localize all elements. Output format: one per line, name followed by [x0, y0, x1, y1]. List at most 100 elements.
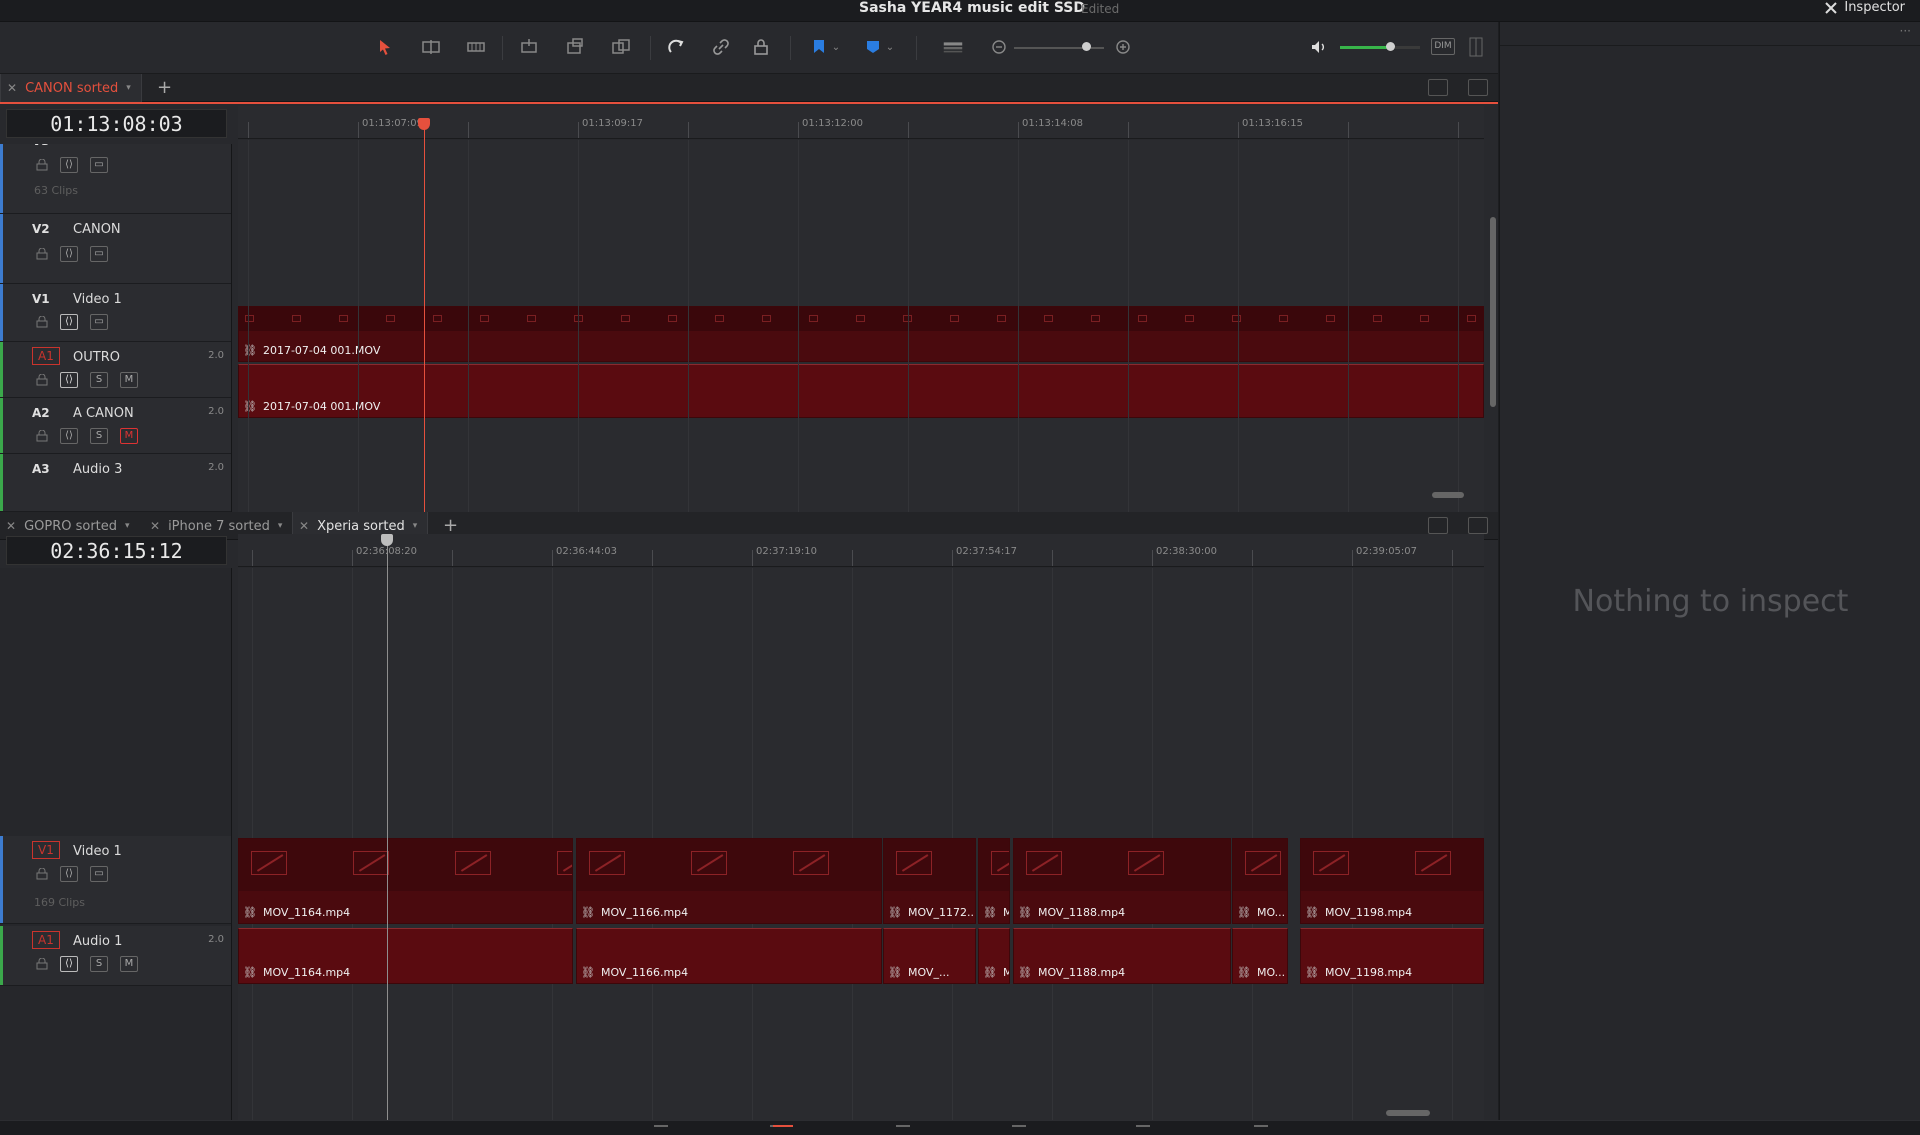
edit-page-icon[interactable]	[773, 1125, 793, 1133]
lower-playhead[interactable]	[387, 536, 388, 1132]
lower-track-area[interactable]: ⛓ MOV_1164.mp4 ⛓ MOV_1164.mp4 ⛓ MOV_1166.mp4 ⛓…	[238, 568, 1484, 1120]
trim-tool-button[interactable]	[420, 36, 442, 58]
track-header-a1[interactable]: A1 OUTRO 2.0 ⟨⟩ S M	[0, 342, 231, 398]
overwrite-clip-button[interactable]	[564, 36, 586, 58]
track-enable-icon[interactable]: ▭	[90, 866, 108, 882]
blade-tool-button[interactable]	[465, 36, 487, 58]
track-name[interactable]: Video 1	[73, 292, 122, 307]
flag-button[interactable]	[808, 36, 830, 58]
close-icon[interactable]: ✕	[6, 519, 16, 533]
audio-clip[interactable]: ⛓ MO...	[1232, 928, 1288, 984]
snapping-button[interactable]	[665, 36, 687, 58]
marker-dropdown[interactable]: ⌄	[884, 36, 896, 58]
track-enable-icon[interactable]: ▭	[90, 246, 108, 262]
video-clip[interactable]: ⛓ MOV_1164.mp4	[238, 838, 573, 924]
dim-button[interactable]: DIM	[1431, 38, 1455, 55]
lock-icon[interactable]	[36, 430, 48, 442]
audio-clip[interactable]: ⛓ MOV_1198.mp4	[1300, 928, 1484, 984]
volume-button[interactable]	[1308, 36, 1330, 58]
lower-timeline-ruler[interactable]: 02:36:08:2002:36:44:0302:37:19:1002:37:5…	[238, 534, 1484, 567]
add-timeline-tab-button[interactable]: +	[157, 77, 172, 98]
track-name[interactable]: Video 1	[73, 844, 122, 859]
track-header-a2[interactable]: A2 A CANON 2.0 ⟨⟩ S M	[0, 398, 231, 454]
mute-button[interactable]: M	[120, 428, 138, 444]
video-clip[interactable]: ⛓ MOV_1188.mp4	[1013, 838, 1231, 924]
options-icon[interactable]: ···	[1900, 24, 1911, 38]
add-timeline-tab-button[interactable]: +	[443, 515, 458, 536]
solo-button[interactable]: S	[90, 956, 108, 972]
lock-icon[interactable]	[36, 958, 48, 970]
track-header-v3[interactable]: V3 ⟨⟩ ▭ 63 Clips	[0, 144, 231, 214]
zoom-slider[interactable]	[1014, 42, 1104, 51]
flag-dropdown[interactable]: ⌄	[830, 36, 842, 58]
chevron-down-icon[interactable]: ▾	[278, 521, 283, 531]
close-icon[interactable]: ✕	[150, 519, 160, 533]
track-name[interactable]: Audio 3	[73, 462, 122, 477]
auto-select-icon[interactable]: ⟨⟩	[60, 314, 78, 330]
fairlight-page-icon[interactable]	[1136, 1125, 1150, 1133]
audio-clip[interactable]: ⛓ MOV_1166.mp4	[576, 928, 882, 984]
video-clip[interactable]: ⛓ MOV_1166.mp4	[576, 838, 882, 924]
color-page-icon[interactable]	[1012, 1125, 1026, 1133]
new-timeline-icon[interactable]	[1468, 79, 1488, 96]
video-clip[interactable]: ⛓ MO...	[1232, 838, 1288, 924]
upper-timecode[interactable]: 01:13:08:03	[6, 109, 227, 138]
track-header-v1[interactable]: V1 Video 1 ⟨⟩ ▭ 169 Clips	[0, 836, 231, 924]
linked-selection-button[interactable]	[710, 36, 732, 58]
track-name[interactable]: Audio 1	[73, 934, 122, 949]
deliver-page-icon[interactable]	[1254, 1125, 1268, 1133]
volume-slider-knob[interactable]	[1385, 42, 1395, 51]
lock-icon[interactable]	[36, 374, 48, 386]
audio-clip[interactable]: ⛓M...	[978, 928, 1010, 984]
upper-playhead[interactable]	[424, 118, 425, 512]
lock-icon[interactable]	[36, 159, 48, 171]
auto-select-icon[interactable]: ⟨⟩	[60, 157, 78, 173]
volume-slider[interactable]	[1340, 42, 1420, 51]
close-icon[interactable]: ✕	[299, 519, 309, 533]
chevron-down-icon[interactable]: ▾	[125, 521, 130, 531]
zoom-slider-knob[interactable]	[1082, 42, 1091, 51]
auto-select-icon[interactable]: ⟨⟩	[60, 866, 78, 882]
solo-button[interactable]: S	[90, 372, 108, 388]
track-name[interactable]: A CANON	[73, 406, 134, 421]
fusion-page-icon[interactable]	[896, 1125, 910, 1133]
close-icon[interactable]: ✕	[7, 81, 17, 95]
track-header-v1[interactable]: V1 Video 1 ⟨⟩ ▭	[0, 284, 231, 342]
upper-vertical-scrollbar[interactable]	[1490, 217, 1496, 407]
insert-clip-button[interactable]	[518, 36, 540, 58]
track-enable-icon[interactable]: ▭	[90, 157, 108, 173]
mute-button[interactable]: M	[120, 956, 138, 972]
chevron-down-icon[interactable]: ▾	[413, 521, 418, 531]
zoom-in-button[interactable]	[1112, 36, 1134, 58]
lower-horizontal-scrollbar[interactable]	[1386, 1110, 1430, 1116]
track-header-a3[interactable]: A3 Audio 3 2.0	[0, 454, 231, 512]
lock-icon[interactable]	[36, 868, 48, 880]
video-clip[interactable]: ⛓M...	[978, 838, 1010, 924]
track-name[interactable]: OUTRO	[73, 350, 120, 365]
lock-icon[interactable]	[36, 248, 48, 260]
mute-button[interactable]: M	[120, 372, 138, 388]
lower-playhead-handle[interactable]	[381, 534, 393, 546]
select-tool-button[interactable]	[374, 36, 396, 58]
inspector-toggle[interactable]: Inspector	[1824, 0, 1905, 15]
auto-select-icon[interactable]: ⟨⟩	[60, 372, 78, 388]
stack-timeline-icon[interactable]	[1428, 79, 1448, 96]
audio-meter-toggle[interactable]	[1468, 36, 1484, 58]
audio-clip[interactable]: ⛓ MOV_...	[883, 928, 976, 984]
auto-select-icon[interactable]: ⟨⟩	[60, 246, 78, 262]
lock-icon[interactable]	[36, 316, 48, 328]
position-lock-button[interactable]	[750, 36, 772, 58]
track-header-a1[interactable]: A1 Audio 1 2.0 ⟨⟩ S M	[0, 926, 231, 986]
lower-timecode[interactable]: 02:36:15:12	[6, 536, 227, 565]
auto-select-icon[interactable]: ⟨⟩	[60, 956, 78, 972]
zoom-out-button[interactable]	[988, 36, 1010, 58]
solo-button[interactable]: S	[90, 428, 108, 444]
audio-clip[interactable]: ⛓ MOV_1188.mp4	[1013, 928, 1231, 984]
upper-horizontal-scrollbar[interactable]	[1432, 492, 1464, 498]
timeline-view-options-button[interactable]	[940, 36, 966, 58]
audio-clip[interactable]: ⛓ MOV_1164.mp4	[238, 928, 573, 984]
media-page-icon[interactable]	[654, 1125, 668, 1133]
track-name[interactable]: CANON	[73, 222, 121, 237]
video-clip[interactable]: ⛓ MOV_1198.mp4	[1300, 838, 1484, 924]
auto-select-icon[interactable]: ⟨⟩	[60, 428, 78, 444]
